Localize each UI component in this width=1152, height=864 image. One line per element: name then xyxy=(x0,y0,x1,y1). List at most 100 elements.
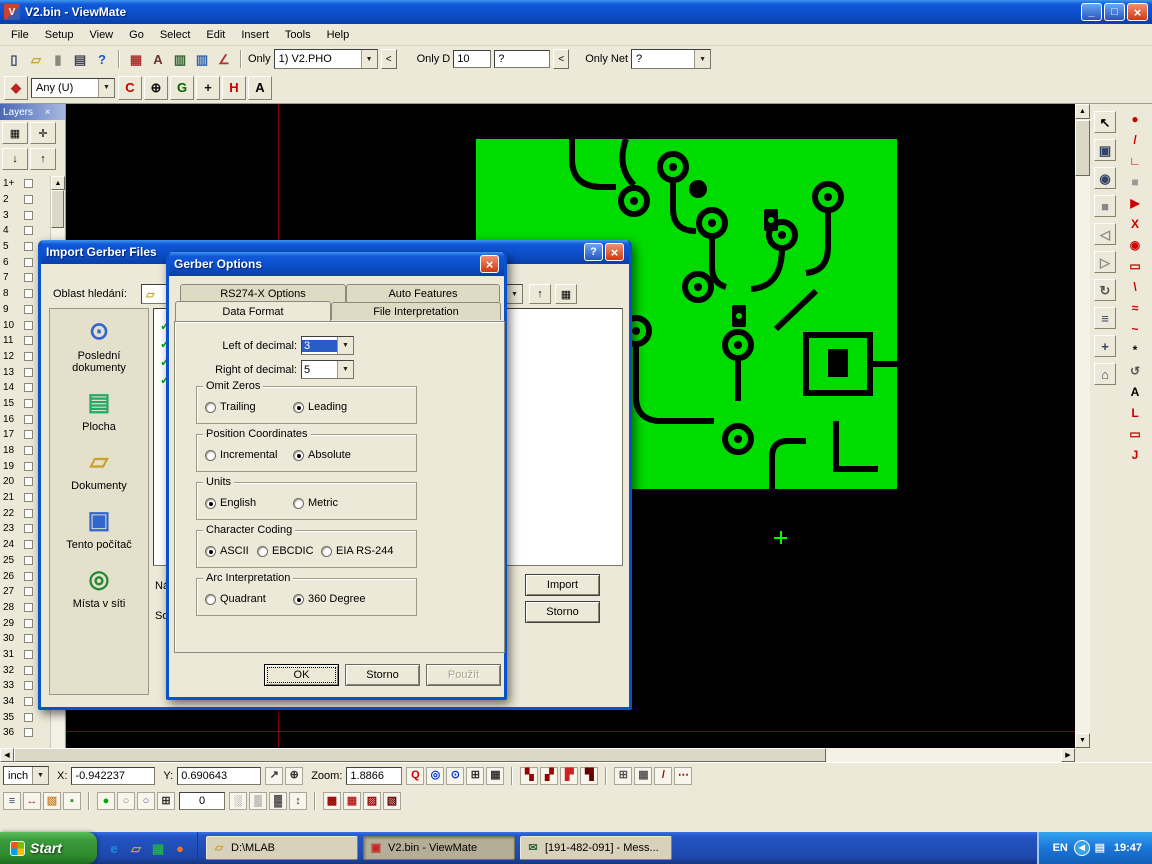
zoom-point-icon[interactable]: ⊙ xyxy=(446,767,464,785)
layer-visibility-checkbox[interactable] xyxy=(24,587,33,596)
grid-d-icon[interactable]: ▦ xyxy=(634,767,652,785)
scroll-up-icon[interactable]: ▲ xyxy=(51,176,65,190)
place-m-sta-v-s-ti[interactable]: ◎Místa v síti xyxy=(53,565,145,610)
pad-quad-1-icon[interactable]: ▚ xyxy=(520,767,538,785)
radio-trailing[interactable]: Trailing xyxy=(205,401,293,413)
import-button[interactable]: Import xyxy=(525,574,600,596)
star-icon[interactable]: * xyxy=(1124,341,1146,358)
layer-visibility-checkbox[interactable] xyxy=(24,477,33,486)
new-file-icon[interactable]: ▯ xyxy=(4,49,24,69)
letter-h-icon[interactable]: H xyxy=(222,76,246,100)
layer-visibility-checkbox[interactable] xyxy=(24,540,33,549)
desktop-qicon[interactable]: ▦ xyxy=(149,839,167,857)
chevron-down-icon[interactable] xyxy=(337,337,353,354)
layer-visibility-checkbox[interactable] xyxy=(24,572,33,581)
layer-select-combo[interactable]: 1) V2.PHO xyxy=(274,49,378,69)
pad-quad-2-icon[interactable]: ▞ xyxy=(540,767,558,785)
maximize-icon[interactable]: □ xyxy=(1104,3,1125,21)
chevron-down-icon[interactable] xyxy=(98,79,114,97)
layer-visibility-checkbox[interactable] xyxy=(24,383,33,392)
print-icon[interactable]: ▤ xyxy=(70,49,90,69)
layer-row-36[interactable]: 36 xyxy=(0,725,50,741)
padview-3-icon[interactable]: ▨ xyxy=(363,792,381,810)
layer-visibility-checkbox[interactable] xyxy=(24,321,33,330)
message-task-icon[interactable]: ✉ xyxy=(525,840,541,856)
task-button[interactable]: ▣V2.bin - ViewMate xyxy=(363,836,515,860)
slope2-icon[interactable]: / xyxy=(654,767,672,785)
rotate-ccw-icon[interactable]: ↺ xyxy=(1124,362,1146,379)
ok-button[interactable]: OK xyxy=(264,664,339,686)
right-of-decimal-combo[interactable]: 5 xyxy=(301,360,354,379)
recent-icon[interactable]: ⊙ xyxy=(82,317,116,347)
distance-icon[interactable]: ↗ xyxy=(265,767,283,785)
radio-360-degree[interactable]: 360 Degree xyxy=(293,593,366,605)
chevron-down-icon[interactable] xyxy=(337,361,353,378)
dotgrid-b-icon[interactable]: ▒ xyxy=(249,792,267,810)
layer-visibility-checkbox[interactable] xyxy=(24,336,33,345)
layer-up-button[interactable]: ↑ xyxy=(30,148,56,170)
cancel-button[interactable]: Storno xyxy=(525,601,600,623)
ie-icon[interactable]: e xyxy=(105,839,123,857)
target-dot-icon[interactable]: ⊕ xyxy=(144,76,168,100)
fill-icon[interactable]: ■ xyxy=(1094,195,1116,217)
computer-icon[interactable]: ▣ xyxy=(82,506,116,536)
close-icon[interactable]: × xyxy=(480,255,499,273)
pad-icon[interactable]: ● xyxy=(1124,110,1146,127)
chevron-down-icon[interactable] xyxy=(32,767,48,784)
grid-a-icon[interactable]: ⊞ xyxy=(466,767,484,785)
scroll-down-icon[interactable]: ▼ xyxy=(1075,733,1090,748)
menu-setup[interactable]: Setup xyxy=(37,26,82,44)
network-icon[interactable]: ◎ xyxy=(82,565,116,595)
layer-visibility-checkbox[interactable] xyxy=(24,273,33,282)
bowtie-icon[interactable]: X xyxy=(1124,215,1146,232)
letter-g-icon[interactable]: G xyxy=(170,76,194,100)
whats-this-icon[interactable]: ? xyxy=(92,49,112,69)
layer-visibility-checkbox[interactable] xyxy=(24,399,33,408)
zoom-window-icon[interactable]: ◎ xyxy=(426,767,444,785)
layer-visibility-checkbox[interactable] xyxy=(24,666,33,675)
mirror-v-icon[interactable]: ▷ xyxy=(1094,251,1116,273)
close-panel-icon[interactable]: × xyxy=(33,107,62,118)
layer-visibility-checkbox[interactable] xyxy=(24,368,33,377)
letter-c-icon[interactable]: C xyxy=(118,76,142,100)
prev-layer-button[interactable]: < xyxy=(381,49,397,69)
steps-icon[interactable]: ≈ xyxy=(1124,299,1146,316)
minimize-icon[interactable]: _ xyxy=(1081,3,1102,21)
text-a-icon[interactable]: A xyxy=(1124,383,1146,400)
layers-panel-header[interactable]: Layers × xyxy=(0,104,65,120)
menu-select[interactable]: Select xyxy=(152,26,199,44)
dotgrid-c-icon[interactable]: ▓ xyxy=(269,792,287,810)
rect-outline-icon[interactable]: ▭ xyxy=(1124,257,1146,274)
chevron-down-icon[interactable] xyxy=(506,285,522,303)
layer-grid-button[interactable]: ▦ xyxy=(2,122,28,144)
palette-icon[interactable]: ▧ xyxy=(43,792,61,810)
cancel-button[interactable]: Storno xyxy=(345,664,420,686)
scroll-left-icon[interactable]: ◀ xyxy=(0,748,14,762)
select-table-icon[interactable]: ▦ xyxy=(126,49,146,69)
place-tento-po-ta-[interactable]: ▣Tento počítač xyxy=(53,506,145,551)
x-coordinate-field[interactable]: -0.942237 xyxy=(71,767,155,785)
layer-visibility-checkbox[interactable] xyxy=(24,603,33,612)
grid-c-icon[interactable]: ⊞ xyxy=(614,767,632,785)
layer-visibility-checkbox[interactable] xyxy=(24,509,33,518)
layer-visibility-checkbox[interactable] xyxy=(24,226,33,235)
green-dot-icon[interactable]: ● xyxy=(97,792,115,810)
tab-auto-features[interactable]: Auto Features xyxy=(346,284,500,302)
select-mode-combo[interactable]: Any (U) xyxy=(31,78,115,98)
menu-help[interactable]: Help xyxy=(319,26,358,44)
scroll-up-icon[interactable]: ▲ xyxy=(1075,104,1090,119)
radio-button[interactable] xyxy=(205,450,216,461)
view-menu-button[interactable]: ▦ xyxy=(555,284,577,304)
close-icon[interactable]: × xyxy=(605,243,624,261)
dcode-grid-icon[interactable]: ▥ xyxy=(170,49,190,69)
layer-visibility-checkbox[interactable] xyxy=(24,352,33,361)
radio-english[interactable]: English xyxy=(205,497,293,509)
counter-field[interactable]: 0 xyxy=(179,792,225,810)
swap-icon[interactable]: ↔ xyxy=(23,792,41,810)
grid-table-icon[interactable]: ⊞ xyxy=(157,792,175,810)
scroll-thumb[interactable] xyxy=(14,748,826,762)
view-icon[interactable]: ◉ xyxy=(1094,167,1116,189)
layer-visibility-checkbox[interactable] xyxy=(24,697,33,706)
menu-edit[interactable]: Edit xyxy=(198,26,233,44)
task-button[interactable]: ✉[191-482-091] - Mess... xyxy=(520,836,672,860)
